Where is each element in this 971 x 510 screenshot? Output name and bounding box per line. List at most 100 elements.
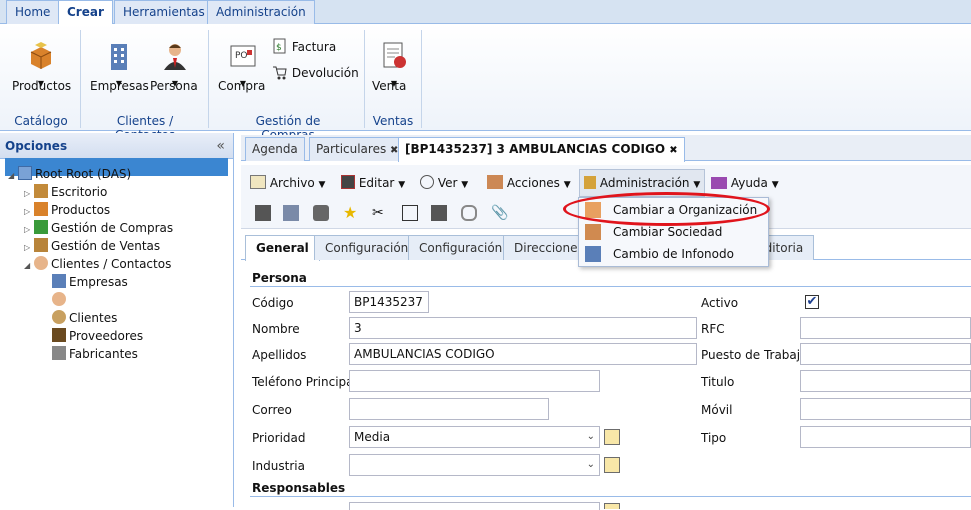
favorite-star-icon[interactable]: ★	[343, 205, 359, 221]
titulo-field[interactable]	[800, 370, 971, 392]
tipo-label: Tipo	[701, 431, 727, 445]
node-tree-icon	[585, 246, 601, 262]
highlight-ellipse	[563, 192, 770, 226]
menu-archivo[interactable]: Archivo ▼	[250, 170, 325, 196]
empresas-button[interactable]: Empresas ▼	[90, 40, 149, 93]
menu-editar[interactable]: Editar ▼	[341, 170, 405, 196]
invoice-icon: $	[273, 38, 286, 54]
computer-icon	[18, 166, 32, 180]
apellidos-label: Apellidos	[252, 348, 307, 362]
tree-item-clientes[interactable]: Clientes	[52, 309, 117, 327]
chevron-down-icon: ▼	[771, 180, 779, 190]
subtab-configuracion-1[interactable]: Configuración	[314, 235, 420, 260]
factura-button[interactable]: $ Factura	[272, 38, 336, 54]
copy-icon[interactable]	[402, 205, 418, 221]
box-icon	[30, 42, 52, 69]
client-icon	[52, 310, 66, 324]
tab-herramientas[interactable]: Herramientas	[114, 0, 214, 24]
divider	[421, 30, 422, 128]
folder-icon	[250, 175, 266, 189]
subtab-general[interactable]: General	[245, 235, 320, 261]
delete-icon[interactable]	[313, 205, 329, 221]
menu-item-cambio-infonodo[interactable]: Cambio de Infonodo	[579, 244, 768, 264]
tipo-field[interactable]	[800, 426, 971, 448]
productos-button[interactable]: Productos ▼	[12, 40, 71, 93]
menu-ayuda[interactable]: Ayuda ▼	[711, 170, 779, 196]
industria-select[interactable]: ⌄	[349, 454, 600, 476]
tree-item-productos[interactable]: ▷ Productos	[24, 201, 110, 219]
venta-button[interactable]: Venta ▼	[372, 40, 416, 93]
tab-administracion[interactable]: Administración	[207, 0, 315, 24]
codigo-field[interactable]: BP1435237	[349, 291, 429, 313]
building-icon	[111, 44, 127, 70]
group-label-catalogo: Catálogo	[14, 114, 68, 128]
expand-icon[interactable]: ◢	[8, 167, 18, 185]
person-icon	[164, 44, 186, 70]
cut-icon[interactable]: ✂	[372, 205, 388, 221]
tree-item-proveedores[interactable]: Proveedores	[52, 327, 143, 345]
print-icon[interactable]	[283, 205, 299, 221]
prioridad-select[interactable]: Media ⌄	[349, 426, 600, 448]
telefono-field[interactable]	[349, 370, 600, 392]
rfc-label: RFC	[701, 322, 725, 336]
divider	[364, 30, 365, 128]
paste-icon[interactable]	[431, 205, 447, 221]
nombre-label: Nombre	[252, 322, 300, 336]
tree-item-gestion-compras[interactable]: ▷ Gestión de Compras	[24, 219, 173, 237]
truck-icon	[52, 328, 66, 342]
lock-icon	[584, 176, 596, 189]
codigo-label: Código	[252, 296, 294, 310]
section-persona: Persona	[252, 271, 307, 285]
devolucion-button[interactable]: Devolución	[272, 64, 359, 80]
tree-item-particulares[interactable]: Particulares	[52, 291, 139, 309]
tab-crear[interactable]: Crear	[58, 0, 113, 25]
subtab-configuracion-2[interactable]: Configuración	[408, 235, 514, 260]
lookup-icon[interactable]	[604, 429, 620, 445]
chevron-down-icon: ⌄	[586, 431, 595, 442]
nombre-field[interactable]: 3	[349, 317, 697, 339]
expand-icon[interactable]: ◢	[24, 257, 34, 275]
chevron-down-icon: ▼	[563, 180, 571, 190]
apellidos-field[interactable]: AMBULANCIAS CODIGO	[349, 343, 697, 365]
tree-root[interactable]: ◢ Root Root (DAS)	[8, 165, 131, 183]
lookup-icon[interactable]	[604, 457, 620, 473]
section-divider	[250, 496, 971, 497]
menu-acciones[interactable]: Acciones ▼	[487, 170, 571, 196]
rfc-field[interactable]	[800, 317, 971, 339]
tree-item-fabricantes[interactable]: Fabricantes	[52, 345, 138, 363]
collapse-icon[interactable]: «	[216, 133, 225, 159]
sale-document-icon	[383, 42, 406, 68]
tree-item-escritorio[interactable]: ▷ Escritorio	[24, 183, 107, 201]
chevron-down-icon: ▼	[693, 180, 701, 190]
tree-item-empresas[interactable]: Empresas	[52, 273, 128, 291]
compra-button[interactable]: PO Compra ▼	[218, 40, 268, 93]
link-icon[interactable]	[461, 205, 477, 221]
help-book-icon	[711, 177, 727, 189]
tab-bp-record[interactable]: [BP1435237] 3 AMBULANCIAS CODIGO ✖	[398, 137, 685, 162]
tab-particulares[interactable]: Particulares ✖	[309, 137, 406, 161]
save-icon[interactable]	[255, 205, 271, 221]
person-icon	[52, 292, 66, 306]
responsable-field[interactable]	[349, 502, 600, 510]
attach-icon[interactable]: 📎	[491, 205, 508, 221]
tree-item-clientes-contactos[interactable]: ◢ Clientes / Contactos	[24, 255, 171, 273]
industria-label: Industria	[252, 459, 305, 473]
actions-icon	[487, 175, 503, 189]
lookup-icon[interactable]	[604, 503, 620, 509]
tab-agenda[interactable]: Agenda	[245, 137, 305, 161]
sales-icon	[34, 238, 48, 252]
activo-checkbox[interactable]: ✔	[805, 295, 819, 309]
tab-home[interactable]: Home	[6, 0, 60, 24]
left-panel-title: Opciones	[5, 139, 68, 153]
left-panel-header: Opciones «	[0, 133, 233, 159]
chevron-down-icon: ▼	[398, 180, 406, 190]
puesto-field[interactable]	[800, 343, 971, 365]
telefono-label: Teléfono Principal	[252, 375, 357, 389]
tree-item-gestion-ventas[interactable]: ▷ Gestión de Ventas	[24, 237, 160, 255]
close-icon[interactable]: ✖	[669, 145, 677, 156]
persona-button[interactable]: Persona ▼	[150, 40, 200, 93]
movil-field[interactable]	[800, 398, 971, 420]
correo-label: Correo	[252, 403, 292, 417]
correo-field[interactable]	[349, 398, 549, 420]
menu-ver[interactable]: Ver ▼	[420, 170, 468, 196]
